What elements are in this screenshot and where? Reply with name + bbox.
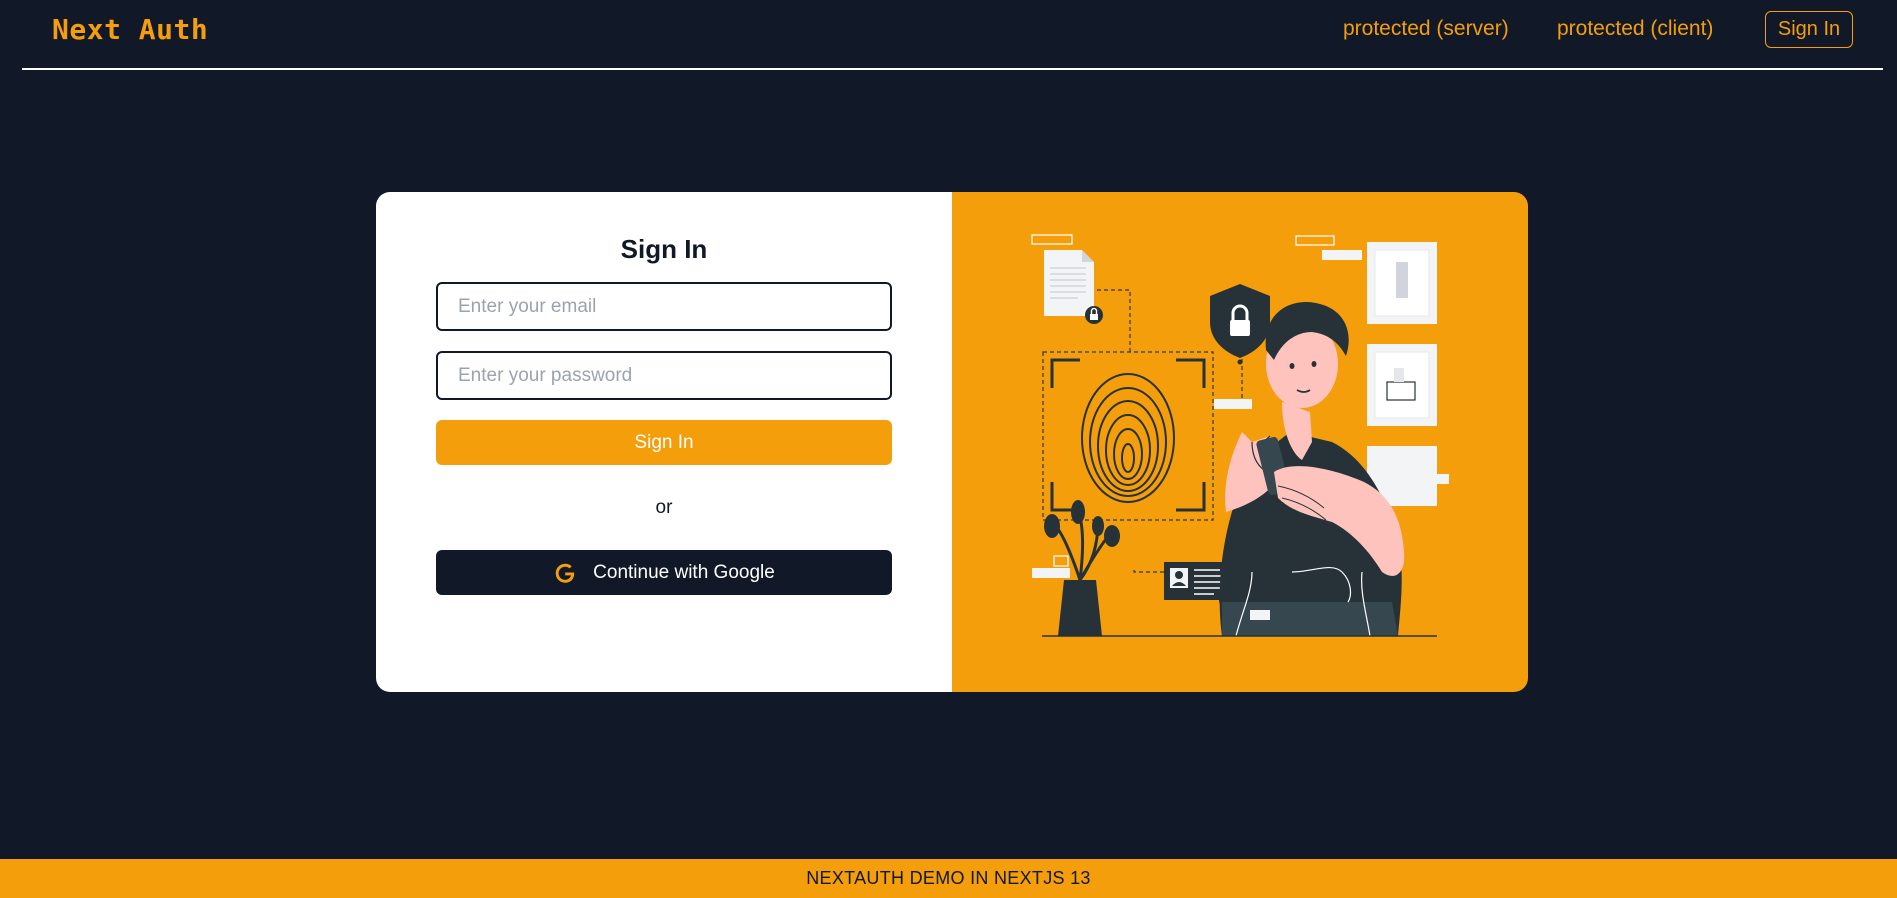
nav-link-protected-client[interactable]: protected (client)	[1557, 17, 1713, 41]
app-logo[interactable]: Next Auth	[52, 13, 208, 46]
email-input[interactable]	[436, 282, 892, 331]
password-input[interactable]	[436, 351, 892, 400]
footer: NEXTAUTH DEMO IN NEXTJS 13	[0, 859, 1897, 898]
signin-card: Sign In Sign In or Continue with Google	[376, 192, 1528, 692]
document-icon	[1031, 234, 1103, 324]
security-illustration	[1031, 234, 1449, 637]
shield-lock-icon	[1210, 284, 1270, 365]
or-divider: or	[655, 497, 673, 518]
footer-text: NEXTAUTH DEMO IN NEXTJS 13	[806, 868, 1091, 888]
navbar: Next Auth protected (server) protected (…	[22, 0, 1883, 70]
nav-link-protected-server[interactable]: protected (server)	[1343, 17, 1509, 41]
google-button-label: Continue with Google	[593, 561, 775, 583]
fingerprint-icon	[1042, 351, 1214, 521]
signin-submit-button[interactable]: Sign In	[436, 420, 892, 465]
google-g-icon	[555, 563, 575, 583]
signin-form-panel: Sign In Sign In or Continue with Google	[376, 192, 952, 692]
nav-signin-button[interactable]: Sign In	[1765, 11, 1853, 48]
form-title: Sign In	[620, 234, 708, 264]
google-signin-button[interactable]: Continue with Google	[436, 550, 892, 595]
illustration-panel	[952, 192, 1528, 692]
